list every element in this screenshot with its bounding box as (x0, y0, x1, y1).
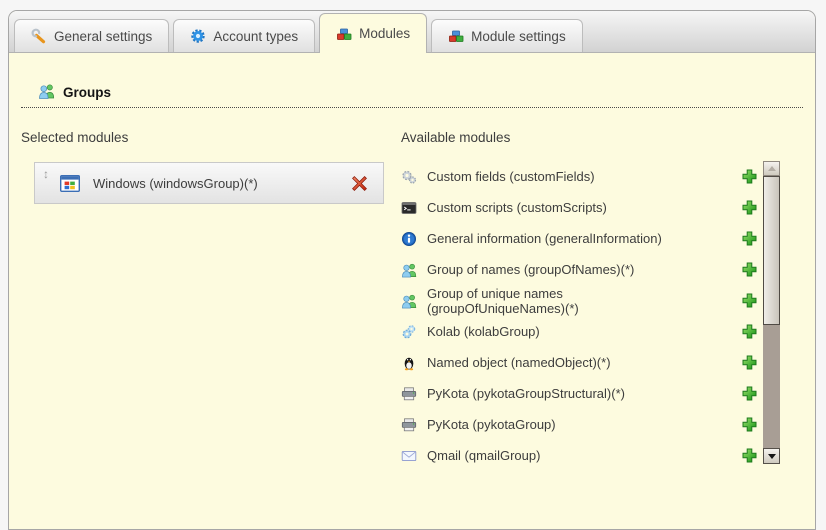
groups-icon (38, 83, 56, 102)
available-module-row: Qmail (qmailGroup) (401, 440, 758, 471)
mail-icon (401, 448, 419, 464)
windows-logo-icon (60, 175, 80, 192)
scrollbar-down-button[interactable] (763, 448, 780, 464)
module-name: Group of names (groupOfNames)(*) (427, 262, 741, 277)
tab-modules[interactable]: Modules (319, 13, 427, 53)
module-name: Named object (namedObject)(*) (427, 355, 741, 370)
tab-label: General settings (54, 29, 152, 44)
module-name: General information (generalInformation) (427, 231, 741, 246)
add-module-button[interactable] (741, 261, 758, 278)
modules-icon (448, 28, 464, 44)
modules-tab-content: Groups Selected modules ↕ Windows (windo… (9, 53, 815, 471)
available-module-row: PyKota (pykotaGroupStructural)(*) (401, 378, 758, 409)
module-name: Qmail (qmailGroup) (427, 448, 741, 463)
add-module-button[interactable] (741, 199, 758, 216)
penguin-icon (401, 355, 419, 371)
available-module-row: Custom scripts (customScripts) (401, 192, 758, 223)
kolab-icon (401, 324, 419, 340)
add-module-button[interactable] (741, 385, 758, 402)
module-name: PyKota (pykotaGroupStructural)(*) (427, 386, 741, 401)
account-gear-icon (190, 28, 206, 44)
add-module-button[interactable] (741, 354, 758, 371)
scrollbar-thumb[interactable] (763, 176, 780, 325)
tab-label: Module settings (471, 29, 566, 44)
selected-module-name: Windows (windowsGroup)(*) (93, 176, 258, 191)
available-module-row: Group of names (groupOfNames)(*) (401, 254, 758, 285)
module-name: Custom fields (customFields) (427, 169, 741, 184)
add-module-button[interactable] (741, 292, 758, 309)
settings-panel: General settings Account types Modules M… (8, 10, 816, 530)
drag-handle-icon[interactable]: ↕ (43, 168, 49, 180)
group-icon (401, 293, 419, 309)
wrench-icon (31, 28, 47, 44)
tab-label: Modules (359, 26, 410, 41)
selected-modules-label: Selected modules (21, 130, 401, 145)
module-name: Custom scripts (customScripts) (427, 200, 741, 215)
scrollbar[interactable] (763, 161, 780, 464)
tab-bar: General settings Account types Modules M… (9, 11, 815, 53)
module-name: PyKota (pykotaGroup) (427, 417, 741, 432)
tab-account-types[interactable]: Account types (173, 19, 315, 52)
tab-general-settings[interactable]: General settings (14, 19, 169, 52)
info-icon (401, 231, 419, 247)
available-module-row: Custom fields (customFields) (401, 161, 758, 192)
selected-module-row[interactable]: ↕ Windows (windowsGroup)(*) (34, 162, 384, 204)
add-module-button[interactable] (741, 168, 758, 185)
available-module-row: PyKota (pykotaGroup) (401, 409, 758, 440)
add-module-button[interactable] (741, 447, 758, 464)
module-name: Group of unique names (groupOfUniqueName… (427, 286, 741, 316)
available-module-row: Kolab (kolabGroup) (401, 316, 758, 347)
add-module-button[interactable] (741, 323, 758, 340)
available-modules-label: Available modules (401, 130, 803, 145)
scrollbar-up-button[interactable] (763, 161, 780, 176)
custom-fields-gears-icon (401, 169, 419, 185)
available-module-row: General information (generalInformation) (401, 223, 758, 254)
groups-section-header: Groups (21, 83, 803, 108)
add-module-button[interactable] (741, 230, 758, 247)
available-module-row: Group of unique names (groupOfUniqueName… (401, 285, 758, 316)
scrollbar-track[interactable] (763, 325, 780, 448)
available-modules-list: Custom fields (customFields) Custom scri… (401, 161, 758, 471)
tab-label: Account types (213, 29, 298, 44)
tab-module-settings[interactable]: Module settings (431, 19, 583, 52)
section-title: Groups (63, 85, 111, 100)
printer-icon (401, 386, 419, 402)
modules-icon (336, 26, 352, 42)
printer-icon (401, 417, 419, 433)
add-module-button[interactable] (741, 416, 758, 433)
available-module-row: Named object (namedObject)(*) (401, 347, 758, 378)
group-icon (401, 262, 419, 278)
remove-module-button[interactable] (351, 175, 368, 192)
module-name: Kolab (kolabGroup) (427, 324, 741, 339)
terminal-icon (401, 200, 419, 216)
